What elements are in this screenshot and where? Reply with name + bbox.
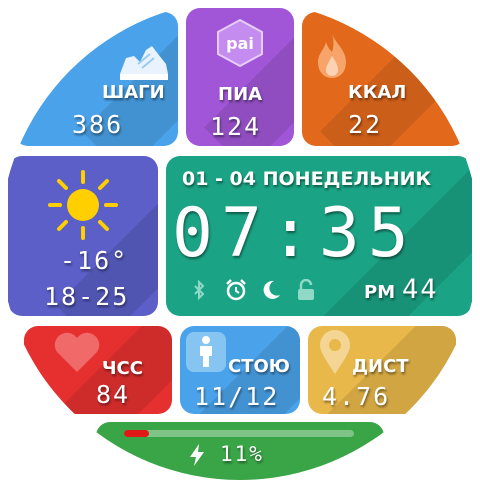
location-pin-icon xyxy=(320,330,350,374)
weather-tile[interactable]: -16° 18-25 xyxy=(8,156,158,316)
kcal-label: ККАЛ xyxy=(348,82,407,103)
steps-label: ШАГИ xyxy=(102,82,165,103)
seconds-display: 44 xyxy=(402,274,439,305)
watch-face: ШАГИ 386 pai ПИА 124 ККАЛ 22 -16° 18-25 … xyxy=(0,0,480,480)
distance-value: 4.76 xyxy=(322,382,391,411)
battery-tile[interactable]: 11% xyxy=(96,422,384,480)
pai-tile[interactable]: pai ПИА 124 xyxy=(186,8,294,146)
flame-icon xyxy=(318,34,346,78)
alarm-icon xyxy=(226,279,246,301)
sun-icon xyxy=(48,170,118,240)
pai-badge-text: pai xyxy=(226,34,254,53)
pai-label: ПИА xyxy=(218,84,263,105)
pai-value: 124 xyxy=(210,112,262,141)
steps-tile[interactable]: ШАГИ 386 xyxy=(14,12,178,146)
heart-rate-label: ЧСС xyxy=(102,358,143,379)
sneaker-icon xyxy=(120,46,168,80)
battery-progress-fill xyxy=(124,430,150,437)
lightning-icon xyxy=(190,444,204,466)
time-display: 07:35 xyxy=(172,194,417,273)
status-icons xyxy=(192,278,322,302)
battery-progress-track xyxy=(124,430,354,437)
heart-rate-tile[interactable]: ЧСС 84 xyxy=(24,326,172,414)
distance-tile[interactable]: ДИСТ 4.76 xyxy=(308,326,456,414)
lock-icon xyxy=(298,279,314,300)
steps-value: 386 xyxy=(72,110,124,139)
ampm-indicator: PM xyxy=(364,282,396,303)
heart-icon xyxy=(54,332,100,372)
distance-label: ДИСТ xyxy=(352,356,409,377)
stand-value: 11/12 xyxy=(194,382,280,411)
moon-icon xyxy=(263,280,280,299)
bluetooth-icon xyxy=(194,280,205,300)
kcal-value: 22 xyxy=(348,110,383,139)
stand-label: СТОЮ xyxy=(228,356,290,377)
standing-person-icon xyxy=(200,336,212,367)
heart-rate-value: 84 xyxy=(96,380,131,409)
battery-percent: 11% xyxy=(220,442,264,466)
date-text: 01 - 04 ПОНЕДЕЛЬНИК xyxy=(182,168,432,190)
kcal-tile[interactable]: ККАЛ 22 xyxy=(302,12,466,146)
stand-icon-box xyxy=(186,332,226,372)
weather-temperature: -16° xyxy=(60,246,129,275)
weather-range: 18-25 xyxy=(44,282,130,311)
pai-badge-icon: pai xyxy=(217,18,263,68)
clock-tile[interactable]: 01 - 04 ПОНЕДЕЛЬНИК 07:35 PM 44 xyxy=(166,156,472,316)
stand-tile[interactable]: СТОЮ 11/12 xyxy=(180,326,300,414)
